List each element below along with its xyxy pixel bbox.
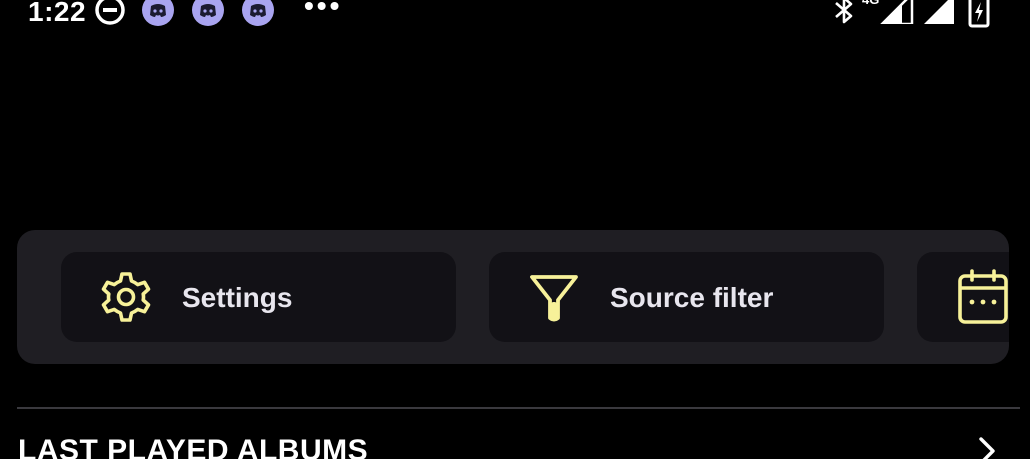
bluetooth-icon	[835, 0, 853, 24]
source-filter-shortcut-label: Source filter	[610, 282, 774, 313]
status-bar: 1:22 ••• 4G	[0, 0, 1030, 32]
shortcuts-panel: Settings Source filter	[17, 230, 1009, 364]
discord-icon	[142, 0, 174, 26]
calendar-icon	[958, 269, 1008, 324]
settings-shortcut-button[interactable]: Settings	[61, 252, 456, 342]
discord-icon	[192, 0, 224, 26]
last-played-albums-title: LAST PLAYED ALBUMS	[18, 434, 369, 459]
more-notifications-icon: •••	[304, 0, 343, 21]
signal-icon	[924, 0, 954, 24]
screen: 1:22 ••• 4G	[0, 0, 1030, 459]
section-divider	[17, 407, 1020, 409]
status-time: 1:22	[28, 0, 87, 27]
do-not-disturb-icon	[95, 0, 125, 25]
network-type-label: 4G	[862, 0, 879, 7]
discord-icon	[242, 0, 274, 26]
calendar-shortcut-button[interactable]	[917, 252, 1009, 342]
signal-icon	[880, 0, 914, 24]
battery-charging-icon	[968, 0, 990, 28]
settings-shortcut-label: Settings	[182, 282, 293, 313]
filter-icon	[530, 275, 578, 322]
source-filter-shortcut-button[interactable]: Source filter	[489, 252, 884, 342]
chevron-right-icon[interactable]	[972, 434, 1002, 459]
gear-icon	[101, 272, 151, 322]
